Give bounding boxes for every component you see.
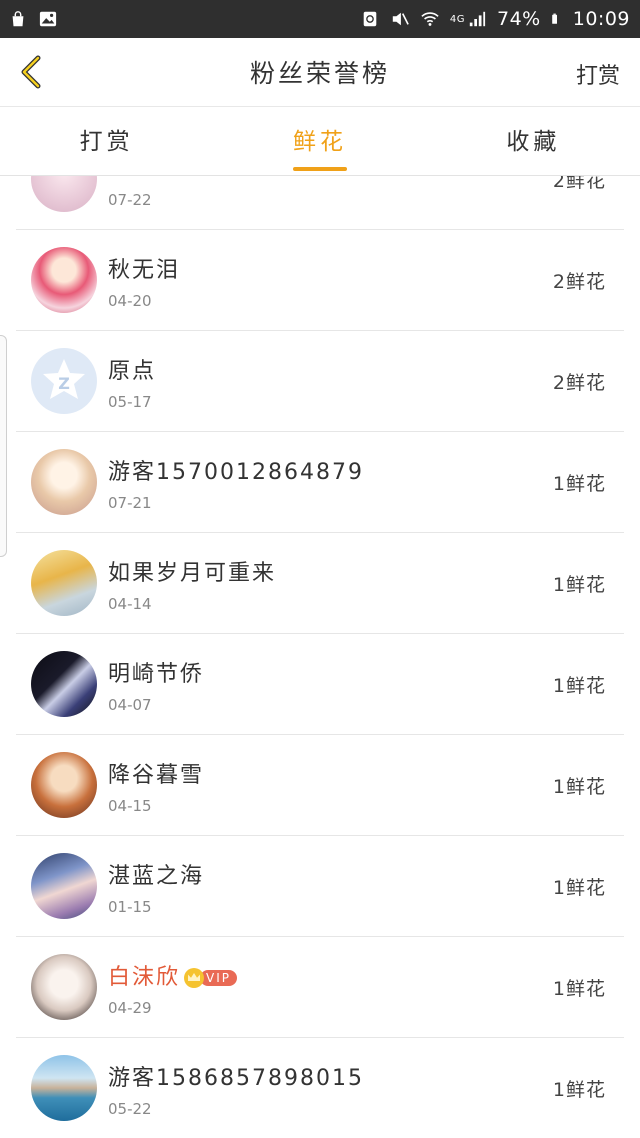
list-item[interactable]: Z 原点 05-17 2鲜花	[16, 331, 624, 432]
flower-count: 1鲜花	[552, 675, 606, 697]
avatar	[31, 550, 97, 616]
recycle-icon	[363, 11, 377, 27]
signal-icon	[469, 11, 486, 27]
flower-count: 2鲜花	[552, 271, 606, 293]
avatar	[31, 176, 97, 212]
fan-name: 秋无泪	[108, 258, 181, 283]
status-bar-right: 4G 74% 10:09	[360, 8, 630, 30]
network-type: 4G	[449, 13, 465, 25]
fan-date: 05-22	[108, 1100, 152, 1118]
fan-name: 游客1570012864879	[108, 460, 364, 485]
list-item[interactable]: 湛蓝之海 01-15 1鲜花	[16, 836, 624, 937]
fan-date: 04-15	[108, 797, 152, 815]
flower-count: 2鲜花	[552, 372, 606, 394]
fan-name: 湛蓝之海	[108, 864, 205, 889]
fan-date: 04-14	[108, 595, 152, 613]
svg-text:Z: Z	[58, 374, 70, 393]
tab-bar: 打赏 鲜花 收藏	[0, 107, 640, 176]
fan-name: 明崎节侨	[108, 662, 205, 687]
tab-collection[interactable]: 收藏	[463, 107, 603, 175]
gallery-icon	[39, 11, 57, 27]
list-item[interactable]: 白沫欣 VIP 04-29 1鲜花	[16, 937, 624, 1038]
fan-list: 07-22 2鲜花 秋无泪 04-20 2鲜花 Z 原点 05-17 2鲜花 游…	[0, 176, 640, 1138]
flower-count: 1鲜花	[552, 1079, 606, 1101]
fan-name: 如果岁月可重来	[108, 561, 277, 586]
crown-icon	[184, 968, 205, 988]
page-title: 粉丝荣誉榜	[249, 59, 390, 88]
list-item[interactable]: 游客1570012864879 07-21 1鲜花	[16, 432, 624, 533]
shopping-bag-icon	[12, 11, 24, 27]
fan-name: 白沫欣 VIP	[108, 959, 237, 991]
fan-name: 游客1586857898015	[108, 1066, 364, 1091]
flower-count: 1鲜花	[552, 978, 606, 1000]
fan-date: 01-15	[108, 898, 152, 916]
fan-date: 07-21	[108, 494, 152, 512]
fan-name: 原点	[108, 359, 157, 384]
avatar	[31, 1055, 97, 1121]
fan-date: 04-29	[108, 999, 152, 1017]
flower-count: 1鲜花	[552, 574, 606, 596]
vip-badge: VIP	[184, 968, 237, 988]
fan-date: 04-07	[108, 696, 152, 714]
flower-count: 2鲜花	[552, 176, 606, 192]
avatar	[31, 853, 97, 919]
list-item[interactable]: 游客1586857898015 05-22 1鲜花	[16, 1038, 624, 1138]
back-arrow-icon[interactable]	[12, 52, 52, 92]
battery-percent: 74%	[497, 8, 541, 30]
avatar	[31, 449, 97, 515]
tab-flowers[interactable]: 鲜花	[250, 107, 390, 175]
list-item[interactable]: 明崎节侨 04-07 1鲜花	[16, 634, 624, 735]
flower-count: 1鲜花	[552, 776, 606, 798]
vip-label: VIP	[200, 970, 237, 986]
wifi-icon	[421, 12, 439, 26]
fan-name-text: 白沫欣	[108, 965, 181, 990]
fan-date: 04-20	[108, 292, 152, 310]
status-bar-left	[8, 10, 58, 28]
list-item[interactable]: 07-22 2鲜花	[16, 176, 624, 230]
list-item[interactable]: 降谷暮雪 04-15 1鲜花	[16, 735, 624, 836]
flower-count: 1鲜花	[552, 877, 606, 899]
avatar	[31, 247, 97, 313]
avatar: Z	[31, 348, 97, 414]
star-icon: Z	[43, 359, 85, 399]
mute-icon	[392, 12, 409, 26]
avatar	[31, 752, 97, 818]
avatar	[31, 651, 97, 717]
list-item[interactable]: 秋无泪 04-20 2鲜花	[16, 230, 624, 331]
title-bar: 粉丝荣誉榜 打赏	[0, 38, 640, 107]
reward-button[interactable]: 打赏	[576, 58, 620, 90]
tab-reward[interactable]: 打赏	[37, 107, 177, 175]
avatar	[31, 954, 97, 1020]
battery-icon	[551, 13, 557, 24]
side-drawer-handle[interactable]	[0, 335, 7, 557]
clock: 10:09	[572, 8, 630, 30]
fan-name: 降谷暮雪	[108, 763, 205, 788]
fan-date: 05-17	[108, 393, 152, 411]
flower-count: 1鲜花	[552, 473, 606, 495]
list-item[interactable]: 如果岁月可重来 04-14 1鲜花	[16, 533, 624, 634]
status-bar: 4G 74% 10:09	[0, 0, 640, 38]
fan-date: 07-22	[108, 191, 152, 209]
